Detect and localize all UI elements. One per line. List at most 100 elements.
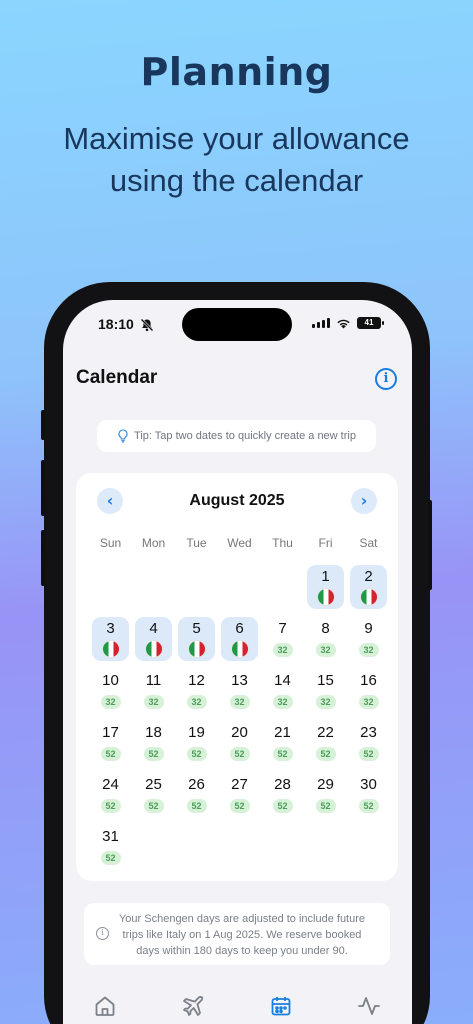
page-title: Calendar	[76, 367, 158, 388]
remaining-days-badge: 32	[229, 695, 250, 709]
calendar-day[interactable]: 28 52	[264, 773, 301, 817]
calendar-day[interactable]: 7 32	[264, 617, 301, 661]
weekday-label: Mon	[141, 536, 166, 550]
day-number: 2	[364, 568, 373, 585]
next-month-button[interactable]: ›	[351, 488, 377, 514]
day-number: 31	[102, 828, 119, 845]
calendar-day[interactable]: 31 52	[92, 825, 129, 869]
day-number: 19	[188, 724, 205, 741]
calendar-day[interactable]: 16 32	[350, 669, 387, 713]
remaining-days-badge: 52	[272, 799, 293, 813]
remaining-days-badge: 52	[186, 747, 207, 761]
calendar-day[interactable]: 22 52	[307, 721, 344, 765]
calendar-day[interactable]: 1	[307, 565, 344, 609]
calendar-day[interactable]: 13 32	[221, 669, 258, 713]
day-number: 10	[102, 672, 119, 689]
day-number: 25	[145, 776, 162, 793]
day-number: 27	[231, 776, 248, 793]
day-number: 23	[360, 724, 377, 741]
calendar-day[interactable]: 19 52	[178, 721, 215, 765]
home-icon	[95, 996, 115, 1016]
remaining-days-badge: 52	[100, 851, 121, 865]
calendar-day[interactable]: 11 32	[135, 669, 172, 713]
weekday-label: Fri	[318, 536, 333, 550]
calendar-day[interactable]: 15 32	[307, 669, 344, 713]
weekday-label: Wed	[227, 536, 252, 550]
remaining-days-badge: 32	[272, 643, 293, 657]
calendar-day[interactable]: 6	[221, 617, 258, 661]
remaining-days-badge: 52	[358, 747, 379, 761]
calendar-day[interactable]: 29 52	[307, 773, 344, 817]
calendar-day[interactable]: 27 52	[221, 773, 258, 817]
italy-flag-icon	[102, 641, 119, 657]
calendar-icon	[271, 997, 291, 1016]
prev-month-button[interactable]: ‹	[97, 488, 123, 514]
tip-text: Tip: Tap two dates to quickly create a n…	[134, 430, 356, 442]
tab-activity[interactable]	[357, 994, 381, 1018]
italy-flag-icon	[317, 589, 334, 605]
calendar-day[interactable]: 20 52	[221, 721, 258, 765]
lightbulb-icon	[118, 429, 128, 443]
day-number: 20	[231, 724, 248, 741]
bell-off-icon	[140, 318, 154, 332]
weekday-label: Sun	[99, 536, 122, 550]
tab-home[interactable]	[93, 994, 117, 1018]
calendar-day[interactable]: 23 52	[350, 721, 387, 765]
day-number: 16	[360, 672, 377, 689]
remaining-days-badge: 52	[229, 747, 250, 761]
italy-flag-icon	[188, 641, 205, 657]
calendar-day[interactable]: 10 32	[92, 669, 129, 713]
status-indicators: 41	[312, 317, 384, 329]
calendar-day[interactable]: 30 52	[350, 773, 387, 817]
day-number: 1	[321, 568, 330, 585]
tip-banner: Tip: Tap two dates to quickly create a n…	[97, 420, 376, 452]
activity-icon	[358, 997, 380, 1015]
day-number: 13	[231, 672, 248, 689]
remaining-days-badge: 32	[186, 695, 207, 709]
info-button[interactable]: i	[375, 368, 397, 390]
remaining-days-badge: 52	[315, 747, 336, 761]
italy-flag-icon	[231, 641, 248, 657]
calendar-day[interactable]: 8 32	[307, 617, 344, 661]
day-number: 17	[102, 724, 119, 741]
calendar-day[interactable]: 18 52	[135, 721, 172, 765]
calendar-day[interactable]: 12 32	[178, 669, 215, 713]
wifi-icon	[337, 319, 350, 328]
day-number: 9	[364, 620, 373, 637]
calendar-day[interactable]: 21 52	[264, 721, 301, 765]
day-number: 12	[188, 672, 205, 689]
day-number: 14	[274, 672, 291, 689]
day-number: 4	[149, 620, 158, 637]
calendar-day[interactable]: 17 52	[92, 721, 129, 765]
plane-icon	[183, 996, 204, 1016]
calendar-day[interactable]: 25 52	[135, 773, 172, 817]
calendar-day[interactable]: 3	[92, 617, 129, 661]
day-number: 30	[360, 776, 377, 793]
day-number: 26	[188, 776, 205, 793]
calendar-day[interactable]: 24 52	[92, 773, 129, 817]
tab-trips[interactable]	[181, 994, 205, 1018]
month-title: August 2025	[189, 492, 285, 509]
calendar-day[interactable]: 4	[135, 617, 172, 661]
calendar-day[interactable]: 2	[350, 565, 387, 609]
remaining-days-badge: 52	[143, 799, 164, 813]
day-number: 28	[274, 776, 291, 793]
italy-flag-icon	[145, 641, 162, 657]
battery-icon: 41	[357, 317, 384, 329]
tab-calendar[interactable]	[269, 994, 293, 1018]
calendar-day[interactable]: 14 32	[264, 669, 301, 713]
day-number: 18	[145, 724, 162, 741]
promo-subheadline: Maximise your allowance using the calend…	[63, 121, 410, 198]
remaining-days-badge: 32	[100, 695, 121, 709]
remaining-days-badge: 32	[143, 695, 164, 709]
remaining-days-badge: 32	[315, 695, 336, 709]
calendar-day[interactable]: 5	[178, 617, 215, 661]
remaining-days-badge: 32	[315, 643, 336, 657]
day-number: 6	[235, 620, 244, 637]
weekday-label: Thu	[272, 536, 293, 550]
phone-side-button	[41, 460, 45, 516]
phone-side-button	[41, 410, 45, 440]
calendar-day[interactable]: 26 52	[178, 773, 215, 817]
weekday-label: Tue	[186, 536, 207, 550]
calendar-day[interactable]: 9 32	[350, 617, 387, 661]
